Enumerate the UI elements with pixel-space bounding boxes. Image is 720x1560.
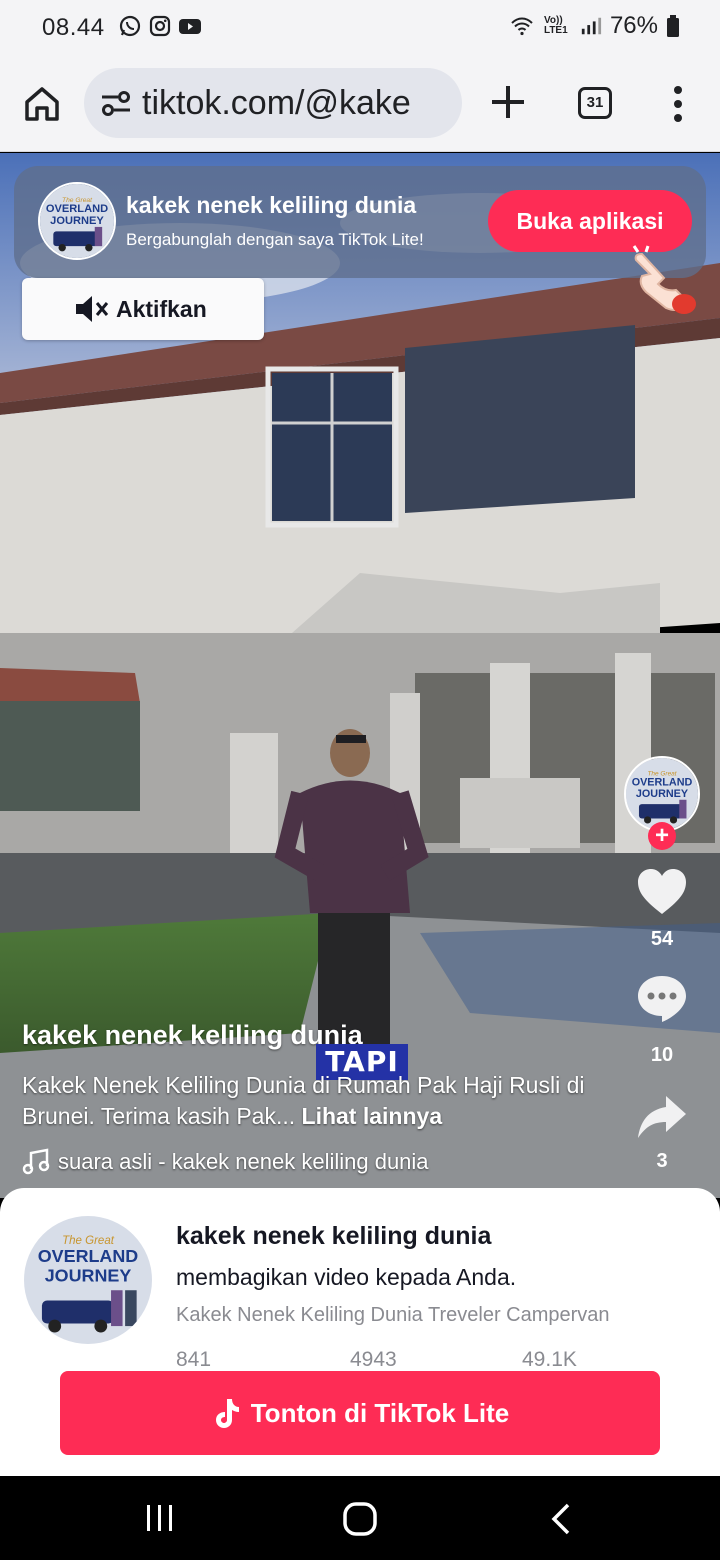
notification-icons xyxy=(118,14,202,38)
open-app-button[interactable]: Buka aplikasi xyxy=(488,190,692,252)
video-username[interactable]: kakek nenek keliling dunia xyxy=(22,1020,363,1051)
system-status: Vo)) LTE1 76% xyxy=(508,12,680,40)
comment-icon[interactable] xyxy=(636,974,688,1024)
svg-text:JOURNEY: JOURNEY xyxy=(50,215,104,227)
creator-avatar[interactable]: The Great OVERLAND JOURNEY xyxy=(624,756,700,832)
home-icon[interactable] xyxy=(20,82,64,126)
follow-plus-button[interactable]: + xyxy=(648,822,676,850)
battery-percent: 76% xyxy=(609,12,658,39)
unmute-button[interactable]: Aktifkan xyxy=(22,278,264,340)
overland-journey-logo: The Great OVERLAND JOURNEY xyxy=(24,1216,152,1344)
status-bar: 08.44 Vo)) LTE1 76% xyxy=(0,0,720,56)
wifi-icon xyxy=(511,17,533,36)
music-note-icon xyxy=(22,1148,50,1175)
svg-text:OVERLAND: OVERLAND xyxy=(46,203,108,215)
status-time: 08.44 xyxy=(42,14,105,41)
tab-switcher-icon[interactable]: 31 xyxy=(578,87,612,119)
back-icon[interactable] xyxy=(548,1502,574,1536)
followers-count: 4943 xyxy=(350,1348,397,1370)
svg-text:OVERLAND: OVERLAND xyxy=(632,776,693,788)
muted-speaker-icon xyxy=(76,296,109,322)
whatsapp-icon xyxy=(119,15,141,37)
svg-text:JOURNEY: JOURNEY xyxy=(636,788,689,800)
following-count: 841 xyxy=(176,1348,212,1370)
promo-subtitle: Bergabunglah dengan saya TikTok Lite! xyxy=(126,230,424,249)
comment-count: 10 xyxy=(650,1044,674,1066)
site-settings-icon[interactable] xyxy=(98,85,134,121)
more-vert-icon[interactable] xyxy=(668,84,688,124)
like-count: 54 xyxy=(650,928,674,950)
watch-label: Tonton di TikTok Lite xyxy=(250,1397,510,1428)
profile-stats: 841 4943 49.1K xyxy=(0,1348,720,1370)
profile-name: kakek nenek keliling dunia xyxy=(176,1222,492,1250)
recent-apps-icon[interactable] xyxy=(145,1503,175,1533)
url-text: tiktok.com/@kake xyxy=(142,83,411,122)
profile-bio: Kakek Nenek Keliling Dunia Treveler Camp… xyxy=(176,1304,610,1326)
youtube-icon xyxy=(179,19,201,34)
home-nav-icon[interactable] xyxy=(342,1501,378,1537)
network-label: Vo)) LTE1 xyxy=(543,15,568,36)
share-count: 3 xyxy=(656,1150,668,1172)
instagram-icon xyxy=(149,15,171,37)
overland-journey-logo: The Great OVERLAND JOURNEY xyxy=(40,184,114,258)
browser-toolbar: tiktok.com/@kake 31 xyxy=(0,56,720,152)
tap-hand-icon xyxy=(632,245,696,314)
system-nav-bar xyxy=(0,1476,720,1560)
address-bar[interactable]: tiktok.com/@kake xyxy=(84,68,462,138)
see-more-link[interactable]: Lihat lainnya xyxy=(302,1103,443,1129)
heart-icon[interactable] xyxy=(636,868,688,916)
svg-text:JOURNEY: JOURNEY xyxy=(45,1265,132,1285)
likes-total-count: 49.1K xyxy=(522,1348,577,1370)
shared-message: membagikan video kepada Anda. xyxy=(176,1264,517,1290)
new-tab-plus-icon[interactable] xyxy=(488,82,528,122)
music-row[interactable]: suara asli - kakek nenek keliling dunia xyxy=(22,1148,429,1176)
watch-in-tiktok-lite-button[interactable]: Tonton di TikTok Lite xyxy=(60,1371,660,1455)
open-app-banner: The Great OVERLAND JOURNEY kakek nenek k… xyxy=(14,166,706,278)
tiktok-logo-icon xyxy=(215,1399,239,1428)
share-sheet: The Great OVERLAND JOURNEY kakek nenek k… xyxy=(0,1188,720,1476)
overland-journey-logo: The Great OVERLAND JOURNEY xyxy=(626,758,698,830)
video-caption: Kakek Nenek Keliling Dunia di Rumah Pak … xyxy=(22,1070,622,1132)
avatar[interactable]: The Great OVERLAND JOURNEY xyxy=(38,182,116,260)
unmute-label: Aktifkan xyxy=(116,295,207,322)
share-icon[interactable] xyxy=(636,1094,688,1140)
promo-title: kakek nenek keliling dunia xyxy=(126,192,417,218)
battery-icon xyxy=(667,15,679,37)
profile-avatar[interactable]: The Great OVERLAND JOURNEY xyxy=(24,1216,152,1344)
signal-icon xyxy=(581,17,602,35)
music-label: suara asli - kakek nenek keliling dunia xyxy=(58,1149,429,1174)
svg-text:OVERLAND: OVERLAND xyxy=(38,1246,139,1266)
